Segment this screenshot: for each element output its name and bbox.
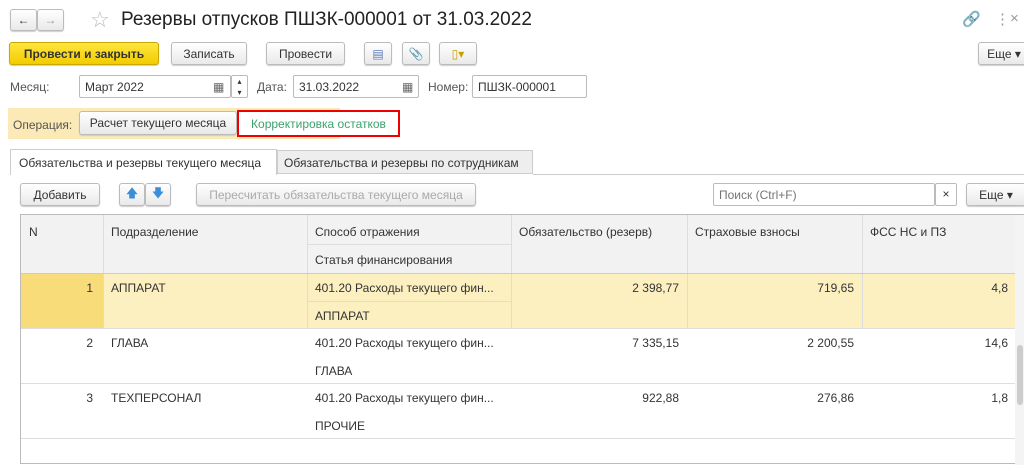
col-fss[interactable]: ФСС НС и ПЗ (864, 225, 952, 239)
tab-current-month[interactable]: Обязательства и резервы текущего месяца (10, 149, 277, 175)
back-button[interactable]: ← (10, 9, 37, 31)
month-field[interactable]: Март 2022 (79, 75, 231, 98)
table-header (21, 215, 1024, 273)
col-dept[interactable]: Подразделение (105, 225, 204, 239)
cell-dept: АППАРАТ (111, 281, 166, 295)
col-method[interactable]: Способ отражения (309, 225, 426, 239)
cell-dept: ГЛАВА (111, 336, 149, 350)
cell-n: 1 (86, 281, 93, 295)
month-stepper[interactable]: ▴ ▾ (231, 75, 248, 98)
cell-fss: 4,8 (991, 281, 1008, 295)
cell-insurance: 719,65 (817, 281, 854, 295)
star-icon[interactable]: ☆ (90, 7, 110, 33)
date-label: Дата: (257, 80, 287, 94)
cell-method: 401.20 Расходы текущего фин... (315, 391, 494, 405)
cell-n: 3 (86, 391, 93, 405)
cell-n: 2 (86, 336, 93, 350)
month-label: Месяц: (10, 80, 50, 94)
number-label: Номер: (428, 80, 469, 94)
cell-fss: 14,6 (984, 336, 1008, 350)
calendar-icon[interactable]: ▦ (402, 80, 413, 94)
col-funding[interactable]: Статья финансирования (309, 253, 458, 267)
search-input[interactable] (713, 183, 935, 206)
cell-funding: ГЛАВА (315, 364, 353, 378)
close-icon[interactable]: × (1010, 10, 1019, 27)
operation-current-month[interactable]: Расчет текущего месяца (79, 111, 237, 135)
cell-liability: 2 398,77 (632, 281, 679, 295)
operation-label: Операция: (13, 118, 73, 132)
more-button[interactable]: Еще ▾ (978, 42, 1024, 65)
forward-button[interactable]: → (37, 9, 64, 31)
operation-balance-correction[interactable]: Корректировка остатков (237, 110, 400, 137)
number-field[interactable]: ПШЗК-000001 (472, 75, 587, 98)
save-button[interactable]: Записать (171, 42, 247, 65)
cell-fss: 1,8 (991, 391, 1008, 405)
scrollbar[interactable] (1015, 215, 1024, 465)
cell-insurance: 2 200,55 (807, 336, 854, 350)
cell-method: 401.20 Расходы текущего фин... (315, 281, 494, 295)
add-button[interactable]: Добавить (20, 183, 100, 206)
cell-funding: АППАРАТ (315, 309, 370, 323)
cell-liability: 922,88 (642, 391, 679, 405)
attach-icon[interactable]: 📎 (402, 42, 430, 65)
recalculate-button[interactable]: Пересчитать обязательства текущего месяц… (196, 183, 476, 206)
cell-dept: ТЕХПЕРСОНАЛ (111, 391, 202, 405)
calendar-icon[interactable]: ▦ (213, 80, 224, 94)
cell-liability: 7 335,15 (632, 336, 679, 350)
post-button[interactable]: Провести (266, 42, 345, 65)
search-clear-button[interactable]: × (935, 183, 957, 206)
post-and-close-button[interactable]: Провести и закрыть (9, 42, 159, 65)
tab-by-employees[interactable]: Обязательства и резервы по сотрудникам (277, 150, 533, 174)
cell-funding: ПРОЧИЕ (315, 419, 366, 433)
col-n[interactable]: N (23, 225, 44, 239)
col-insurance[interactable]: Страховые взносы (689, 225, 806, 239)
menu-icon[interactable]: ⋮ (995, 10, 1010, 28)
col-liability[interactable]: Обязательство (резерв) (513, 225, 658, 239)
register-icon[interactable]: ▤ (364, 42, 392, 65)
cell-insurance: 276,86 (817, 391, 854, 405)
table: N Подразделение Способ отражения Статья … (20, 214, 1024, 465)
page-title: Резервы отпусков ПШЗК-000001 от 31.03.20… (121, 9, 532, 30)
table-more-button[interactable]: Еще ▾ (966, 183, 1024, 206)
move-up-icon[interactable]: 🡅 (119, 183, 145, 206)
report-dropdown-icon[interactable]: ▯▾ (439, 42, 477, 65)
date-field[interactable]: 31.03.2022 (293, 75, 419, 98)
move-down-icon[interactable]: 🡇 (145, 183, 171, 206)
cell-method: 401.20 Расходы текущего фин... (315, 336, 494, 350)
link-icon[interactable]: 🔗 (962, 10, 981, 28)
